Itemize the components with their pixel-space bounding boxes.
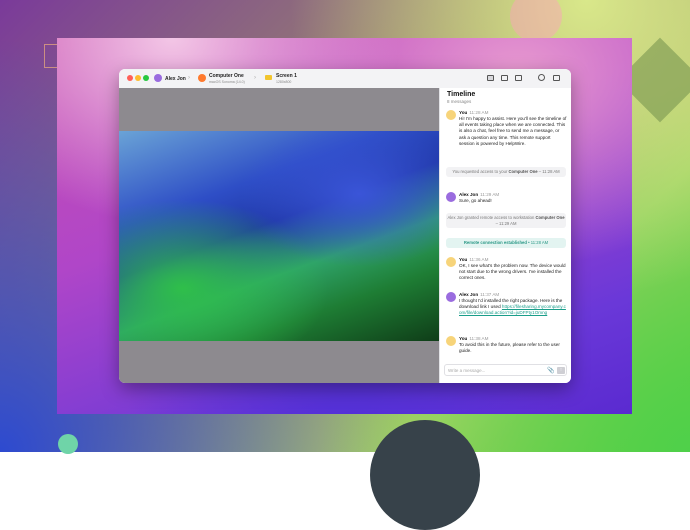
- timeline-panel: Timeline 8 messages You 11:28 AM Hi! I'm …: [439, 88, 571, 383]
- layout-full-icon[interactable]: [487, 75, 494, 81]
- alex-avatar: [446, 292, 456, 302]
- decor-circle: [370, 420, 480, 530]
- settings-icon[interactable]: [538, 74, 545, 81]
- computer-icon: [198, 74, 206, 82]
- screen-icon: [265, 75, 272, 80]
- you-avatar: [446, 336, 456, 346]
- decor-circle: [510, 0, 562, 42]
- close-window-button[interactable]: [127, 75, 133, 81]
- remote-desktop-image[interactable]: [119, 131, 439, 341]
- send-button[interactable]: ↑: [557, 367, 565, 374]
- message-text: Hi! I'm happy to assist. Here you'll see…: [459, 116, 567, 146]
- you-avatar: [446, 257, 456, 267]
- attach-icon[interactable]: 📎: [547, 367, 554, 374]
- system-event: Alex Jon granted remote access to workst…: [446, 213, 566, 228]
- message-count: 8 messages: [447, 99, 472, 104]
- decor-circle: [58, 434, 78, 454]
- message-text: Sure, go ahead!: [459, 198, 492, 203]
- message-composer: 📎 ↑: [444, 364, 567, 376]
- user-avatar-icon: [154, 74, 162, 82]
- breadcrumb-computer[interactable]: Computer One macOS Sonoma (14.0): [209, 73, 245, 84]
- remote-session-window: Alex Jon › Computer One macOS Sonoma (14.…: [119, 69, 571, 383]
- breadcrumb-screen[interactable]: Screen 1 1280x800: [276, 73, 297, 84]
- minimize-window-button[interactable]: [135, 75, 141, 81]
- message-text: To avoid this in the future, please refe…: [459, 342, 560, 354]
- remote-screen-view[interactable]: [119, 88, 439, 383]
- system-event: You requested access to your Computer On…: [446, 167, 566, 177]
- alex-avatar: [446, 192, 456, 202]
- you-avatar: [446, 110, 456, 120]
- breadcrumb-user[interactable]: Alex Jon: [165, 76, 186, 82]
- chevron-right-icon: ›: [188, 75, 190, 81]
- monitor-icon[interactable]: [553, 75, 560, 81]
- message-text: OK, I see what's the problem now. The de…: [459, 263, 566, 281]
- title-bar: Alex Jon › Computer One macOS Sonoma (14.…: [119, 69, 571, 89]
- chevron-right-icon: ›: [254, 75, 256, 81]
- timeline-title: Timeline: [447, 91, 476, 98]
- maximize-window-button[interactable]: [143, 75, 149, 81]
- layout-split-icon[interactable]: [501, 75, 508, 81]
- message-text: I thought I'd installed the right packag…: [459, 298, 566, 316]
- message-input[interactable]: [448, 366, 538, 375]
- layout-columns-icon[interactable]: [515, 75, 522, 81]
- connection-status-badge: Remote connection established • 11:28 AM: [446, 238, 566, 248]
